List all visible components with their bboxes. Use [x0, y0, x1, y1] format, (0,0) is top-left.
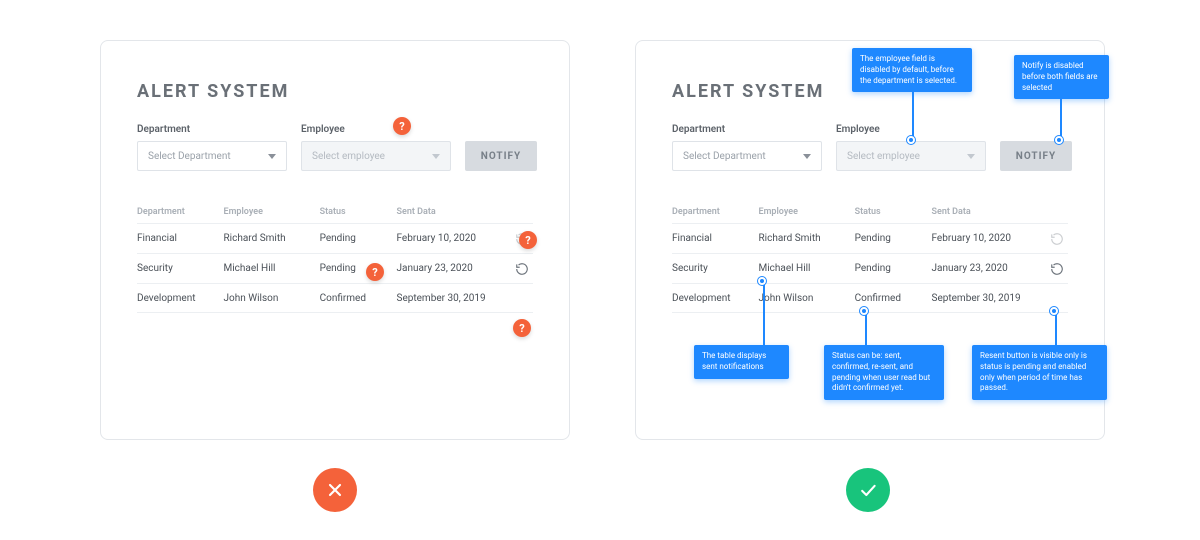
annotation-status-values: Status can be: sent, confirmed, re-sent,… — [824, 345, 944, 400]
annotation-leader — [763, 285, 765, 345]
th-status: Status — [855, 207, 932, 217]
chevron-down-icon — [268, 154, 276, 159]
department-placeholder: Select Department — [148, 151, 231, 162]
department-select[interactable]: Select Department — [672, 141, 822, 171]
notifications-table: Department Employee Status Sent Data Fin… — [672, 207, 1068, 313]
employee-field: Employee Select employee — [301, 124, 451, 171]
filters-row: Department Select Department Employee Se… — [672, 124, 1068, 171]
page-title: ALERT SYSTEM — [137, 81, 533, 102]
table-row: Financial Richard Smith Pending February… — [137, 223, 533, 253]
verdict-bad-icon — [313, 468, 357, 512]
department-placeholder: Select Department — [683, 151, 766, 162]
th-department: Department — [137, 207, 224, 217]
verdict-good-icon — [846, 468, 890, 512]
department-label: Department — [137, 124, 287, 135]
chevron-down-icon — [803, 154, 811, 159]
chevron-down-icon — [967, 154, 975, 159]
annotation-dot-icon — [758, 277, 766, 285]
annotation-table-purpose: The table displays sent notifications — [694, 345, 789, 379]
annotation-resend-logic: Resent button is visible only is status … — [972, 345, 1107, 400]
notify-button: NOTIFY — [1000, 141, 1072, 171]
table-row: Development John Wilson Confirmed Septem… — [672, 283, 1068, 313]
th-employee: Employee — [224, 207, 320, 217]
notifications-table: Department Employee Status Sent Data Fin… — [137, 207, 533, 313]
annotation-dot-icon — [1050, 307, 1058, 315]
resend-icon[interactable] — [1050, 262, 1064, 276]
resend-icon[interactable] — [515, 262, 529, 276]
employee-select: Select employee — [301, 141, 451, 171]
notify-button: NOTIFY — [465, 141, 537, 171]
chevron-down-icon — [432, 154, 440, 159]
annotation-leader — [912, 88, 914, 136]
annotation-employee-disabled: The employee field is disabled by defaul… — [852, 48, 972, 92]
annotation-leader — [865, 315, 867, 345]
th-employee: Employee — [759, 207, 855, 217]
table-row: Financial Richard Smith Pending February… — [672, 223, 1068, 253]
department-field: Department Select Department — [672, 124, 822, 171]
employee-label: Employee — [836, 124, 986, 135]
table-row: Security Michael Hill Pending January 23… — [137, 253, 533, 283]
employee-field: Employee Select employee — [836, 124, 986, 171]
table-row: Development John Wilson Confirmed Septem… — [137, 283, 533, 313]
annotation-dot-icon — [1055, 136, 1063, 144]
department-field: Department Select Department — [137, 124, 287, 171]
employee-placeholder: Select employee — [312, 151, 385, 162]
th-sent-data: Sent Data — [397, 207, 512, 217]
question-mark-icon: ? — [519, 231, 537, 249]
department-select[interactable]: Select Department — [137, 141, 287, 171]
employee-placeholder: Select employee — [847, 151, 920, 162]
annotation-dot-icon — [860, 307, 868, 315]
th-department: Department — [672, 207, 759, 217]
table-row: Security Michael Hill Pending January 23… — [672, 253, 1068, 283]
resend-icon — [1050, 232, 1064, 246]
example-panel-bad: ALERT SYSTEM Department Select Departmen… — [100, 40, 570, 440]
annotation-leader — [1060, 82, 1062, 136]
annotation-leader — [1055, 315, 1057, 345]
filters-row: Department Select Department Employee Se… — [137, 124, 533, 171]
annotation-dot-icon — [907, 136, 915, 144]
table-header-row: Department Employee Status Sent Data — [137, 207, 533, 223]
question-mark-icon: ? — [366, 263, 384, 281]
question-mark-icon: ? — [513, 319, 531, 337]
employee-select: Select employee — [836, 141, 986, 171]
employee-label: Employee — [301, 124, 451, 135]
question-mark-icon: ? — [393, 117, 411, 135]
th-sent-data: Sent Data — [932, 207, 1047, 217]
th-status: Status — [320, 207, 397, 217]
table-header-row: Department Employee Status Sent Data — [672, 207, 1068, 223]
department-label: Department — [672, 124, 822, 135]
